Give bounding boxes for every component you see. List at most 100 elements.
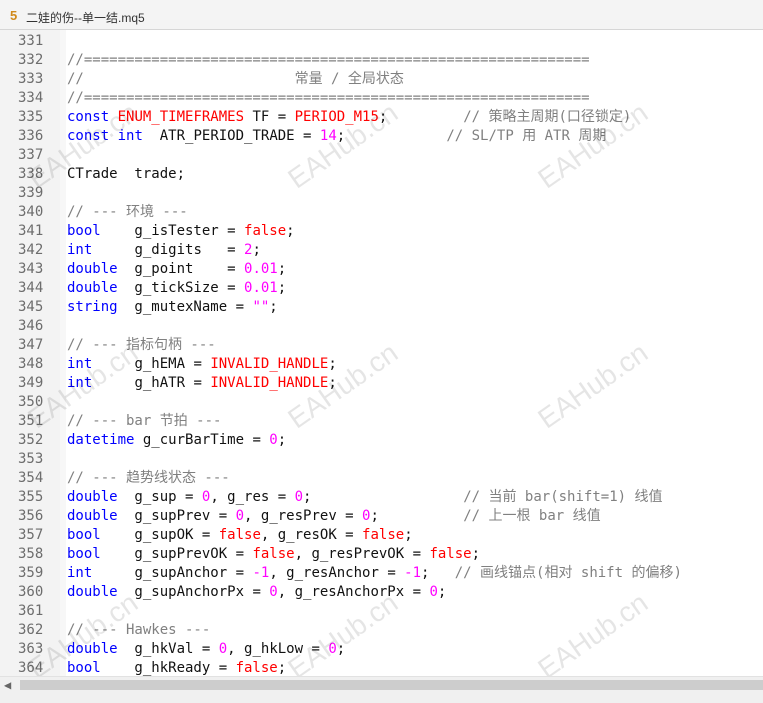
code-text: // --- bar 节拍 --- bbox=[67, 412, 221, 431]
code-text: CTrade trade; bbox=[67, 165, 185, 184]
scroll-left-arrow-icon[interactable]: ◀ bbox=[4, 677, 11, 693]
code-token: 0 bbox=[269, 432, 278, 448]
code-token: // 画线锚点(相对 shift 的偏移) bbox=[454, 565, 682, 581]
code-token: ; bbox=[336, 641, 346, 657]
code-line: 351 // --- bar 节拍 --- bbox=[0, 412, 763, 431]
code-token: double bbox=[67, 508, 118, 524]
code-text: const ENUM_TIMEFRAMES TF = PERIOD_M15; /… bbox=[67, 108, 631, 127]
line-number: 336 bbox=[18, 128, 44, 144]
line-number: 345 bbox=[18, 299, 44, 315]
line-number: 346 bbox=[18, 318, 44, 334]
code-token: // 策略主周期(口径锁定) bbox=[463, 109, 632, 125]
code-text: bool g_isTester = false; bbox=[67, 222, 295, 241]
code-token: ; bbox=[328, 375, 337, 391]
line-number: 353 bbox=[18, 451, 44, 467]
code-line: 352 datetime g_curBarTime = 0; bbox=[0, 431, 763, 450]
code-token: int bbox=[67, 565, 93, 581]
code-line: 343 double g_point = 0.01; bbox=[0, 260, 763, 279]
code-token: ; bbox=[336, 128, 447, 144]
code-token: INVALID_HANDLE bbox=[210, 356, 329, 372]
code-text: double g_point = 0.01; bbox=[67, 260, 286, 279]
line-number: 339 bbox=[18, 185, 44, 201]
line-number: 343 bbox=[18, 261, 44, 277]
code-lines: 331 332 //================================… bbox=[0, 32, 763, 676]
code-token: "" bbox=[252, 299, 270, 315]
code-token: bool bbox=[67, 527, 101, 543]
code-token: int bbox=[117, 128, 143, 144]
code-token: double bbox=[67, 261, 118, 277]
code-token: 0 bbox=[235, 508, 245, 524]
line-number: 352 bbox=[18, 432, 44, 448]
code-token: false bbox=[252, 546, 295, 562]
code-line: 359 int g_supAnchor = -1, g_resAnchor = -… bbox=[0, 564, 763, 583]
code-token: const bbox=[67, 109, 110, 125]
code-token: ; bbox=[378, 109, 464, 125]
code-token: 0 bbox=[218, 641, 228, 657]
code-token: g_supAnchor = bbox=[92, 565, 253, 581]
code-line: 332 //===================================… bbox=[0, 51, 763, 70]
code-token: double bbox=[67, 280, 118, 296]
code-token: ATR_PERIOD_TRADE = bbox=[142, 128, 320, 144]
code-text: double g_sup = 0, g_res = 0; // 当前 bar(s… bbox=[67, 488, 663, 507]
code-token: ; bbox=[277, 280, 287, 296]
line-number: 332 bbox=[18, 52, 44, 68]
code-text: double g_tickSize = 0.01; bbox=[67, 279, 286, 298]
code-line: 362 // --- Hawkes --- bbox=[0, 621, 763, 640]
code-token: g_hkReady = bbox=[100, 660, 236, 676]
code-token: // 常量 / 全局状态 bbox=[67, 71, 404, 87]
code-token: // --- 指标句柄 --- bbox=[67, 337, 216, 353]
code-token: PERIOD_M15 bbox=[294, 109, 379, 125]
code-token: // --- bar 节拍 --- bbox=[67, 413, 222, 429]
line-number: 357 bbox=[18, 527, 44, 543]
code-token: g_mutexName = bbox=[117, 299, 253, 315]
code-token: 0.01 bbox=[244, 261, 278, 277]
code-token: g_digits = bbox=[92, 242, 245, 258]
code-line: 335 const ENUM_TIMEFRAMES TF = PERIOD_M15… bbox=[0, 108, 763, 127]
code-text: //======================================… bbox=[67, 51, 590, 70]
line-number: 347 bbox=[18, 337, 44, 353]
code-line: 337 bbox=[0, 146, 763, 165]
code-token: 0 bbox=[328, 641, 337, 657]
code-line: 338 CTrade trade; bbox=[0, 165, 763, 184]
code-token: const bbox=[67, 128, 110, 144]
line-number: 354 bbox=[18, 470, 44, 486]
code-line: 348 int g_hEMA = INVALID_HANDLE; bbox=[0, 355, 763, 374]
code-token: g_supPrevOK = bbox=[100, 546, 253, 562]
line-number: 331 bbox=[18, 33, 44, 49]
code-token: // --- 趋势线状态 --- bbox=[67, 470, 230, 486]
code-token: -1 bbox=[404, 565, 422, 581]
code-token: , g_resAnchorPx = bbox=[277, 584, 430, 600]
code-line: 356 double g_supPrev = 0, g_resPrev = 0; … bbox=[0, 507, 763, 526]
line-number: 341 bbox=[18, 223, 44, 239]
editor-tab[interactable]: 5 二娃的伤--单一结.mq5 bbox=[0, 0, 763, 30]
code-text: // --- 指标句柄 --- bbox=[67, 336, 216, 355]
code-token: // 上一根 bar 线值 bbox=[463, 508, 601, 524]
code-line: 363 double g_hkVal = 0, g_hkLow = 0; bbox=[0, 640, 763, 659]
horizontal-scrollbar[interactable]: ◀ bbox=[0, 676, 763, 693]
code-token: g_hkVal = bbox=[117, 641, 219, 657]
scrollbar-thumb[interactable] bbox=[20, 680, 763, 690]
code-token: , g_resAnchor = bbox=[269, 565, 405, 581]
code-token: 0 bbox=[269, 584, 278, 600]
code-line: 355 double g_sup = 0, g_res = 0; // 当前 ba… bbox=[0, 488, 763, 507]
code-token: , g_hkLow = bbox=[227, 641, 329, 657]
code-line: 334 //===================================… bbox=[0, 89, 763, 108]
line-number: 333 bbox=[18, 71, 44, 87]
code-token: double bbox=[67, 584, 118, 600]
code-token: g_supPrev = bbox=[117, 508, 236, 524]
code-line: 361 bbox=[0, 602, 763, 621]
code-token: double bbox=[67, 489, 118, 505]
code-editor[interactable]: 331 332 //================================… bbox=[0, 30, 763, 676]
line-number: 351 bbox=[18, 413, 44, 429]
code-token: ; bbox=[277, 660, 287, 676]
code-text: // --- 趋势线状态 --- bbox=[67, 469, 230, 488]
code-line: 333 // 常量 / 全局状态 bbox=[0, 70, 763, 89]
code-token: // 当前 bar(shift=1) 线值 bbox=[463, 489, 663, 505]
code-token: 0 bbox=[429, 584, 438, 600]
code-token: , g_resOK = bbox=[260, 527, 363, 543]
line-number: 334 bbox=[18, 90, 44, 106]
code-line: 353 bbox=[0, 450, 763, 469]
code-line: 336 const int ATR_PERIOD_TRADE = 14; // S… bbox=[0, 127, 763, 146]
